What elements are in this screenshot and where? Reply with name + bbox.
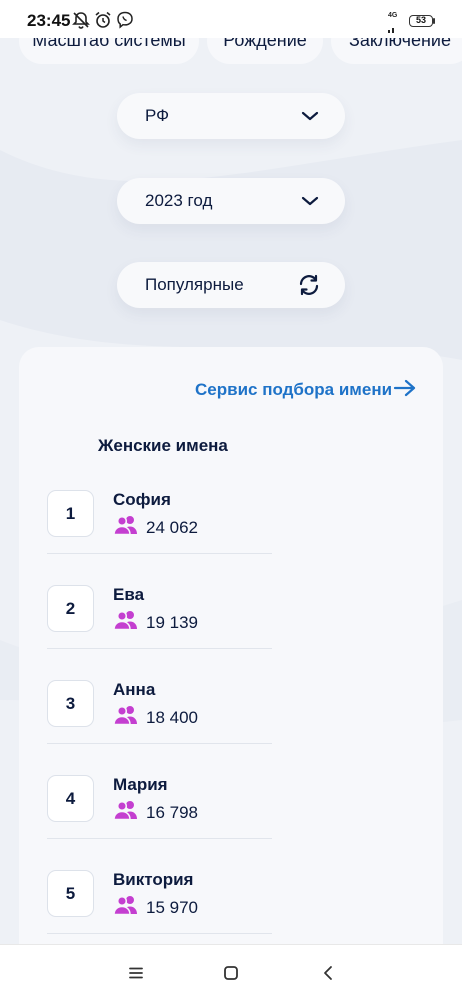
name-count: 19 139 [146, 613, 198, 632]
arrow-right-icon[interactable] [393, 378, 417, 403]
divider [47, 648, 272, 649]
bell-off-icon [72, 11, 90, 34]
refresh-icon [297, 274, 321, 301]
people-icon [113, 800, 139, 825]
chevron-down-icon [301, 107, 319, 130]
viber-icon [116, 11, 134, 34]
people-icon [113, 515, 139, 540]
menu-icon[interactable] [128, 965, 144, 986]
section-title: Женские имена [98, 436, 228, 455]
divider [47, 933, 272, 934]
name-count: 18 400 [146, 708, 198, 727]
name-label: София [113, 490, 171, 509]
network-type: 4G [388, 12, 398, 19]
chevron-down-icon [301, 192, 319, 215]
year-select-value: 2023 год [145, 191, 213, 210]
list-item[interactable]: 2 Ева 19 139 [0, 585, 462, 680]
name-label: Ева [113, 585, 145, 604]
status-time: 23:45 [27, 11, 71, 30]
name-count: 24 062 [146, 518, 198, 537]
system-nav-bar [0, 944, 462, 1000]
name-label: Анна [113, 680, 156, 699]
rank-number: 5 [65, 883, 76, 903]
home-square-icon[interactable] [223, 965, 239, 986]
signal-icon [388, 20, 402, 38]
people-icon [113, 610, 139, 635]
list-item[interactable]: 1 София 24 062 [0, 490, 462, 585]
divider [47, 553, 272, 554]
people-icon [113, 895, 139, 920]
list-item[interactable]: 4 Мария 16 798 [0, 775, 462, 870]
region-select-value: РФ [145, 106, 170, 125]
name-count: 15 970 [146, 898, 198, 917]
back-icon[interactable] [321, 965, 335, 986]
year-select[interactable]: 2023 год [117, 178, 345, 224]
rank-badge: 2 [47, 585, 94, 632]
rank-badge: 1 [47, 490, 94, 537]
rank-number: 1 [65, 503, 76, 523]
sort-toggle-value: Популярные [145, 275, 244, 294]
rank-badge: 4 [47, 775, 94, 822]
name-count: 16 798 [146, 803, 198, 822]
list-item[interactable]: 3 Анна 18 400 [0, 680, 462, 775]
battery-level: 53 [415, 15, 426, 25]
rank-badge: 5 [47, 870, 94, 917]
battery-tip [433, 18, 435, 24]
name-service-link[interactable]: Сервис подбора имени [195, 380, 392, 400]
rank-number: 3 [65, 693, 76, 713]
status-bar: 23:45 4G 53 [0, 0, 462, 38]
people-icon [113, 705, 139, 730]
sort-toggle[interactable]: Популярные [117, 262, 345, 308]
alarm-icon [94, 11, 112, 34]
name-label: Виктория [113, 870, 194, 889]
divider [47, 838, 272, 839]
rank-number: 4 [65, 788, 76, 808]
rank-number: 2 [65, 598, 76, 618]
name-label: Мария [113, 775, 168, 794]
rank-badge: 3 [47, 680, 94, 727]
divider [47, 743, 272, 744]
battery-icon: 53 [409, 15, 433, 27]
region-select[interactable]: РФ [117, 93, 345, 139]
